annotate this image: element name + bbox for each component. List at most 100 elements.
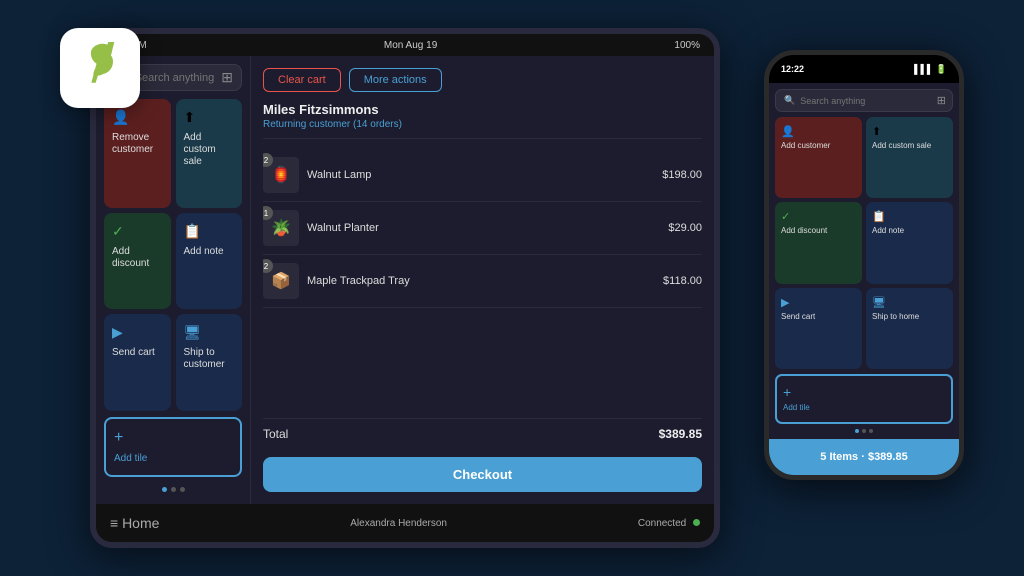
item-thumb-1: 1 🪴: [263, 210, 299, 246]
cart-total: Total $389.85: [263, 418, 702, 449]
phone-search-icon: 🔍: [784, 95, 795, 106]
dot-3[interactable]: [180, 487, 185, 492]
cart-items-list: 2 🏮 Walnut Lamp $198.00 1 🪴 Walnut Plant…: [263, 149, 702, 414]
item-name-1: Walnut Planter: [307, 222, 660, 234]
phone-tile-grid: 👤 Add customer ⬆ Add custom sale ✓ Add d…: [775, 117, 953, 369]
item-price-2: $118.00: [663, 275, 702, 287]
phone-ship-icon: 🖥: [872, 296, 947, 309]
scan-icon[interactable]: ⊞: [221, 69, 233, 86]
send-cart-label: Send cart: [112, 347, 163, 359]
item-price-0: $198.00: [662, 169, 702, 181]
cart-actions: Clear cart More actions: [263, 68, 702, 92]
add-custom-sale-icon: ⬆: [184, 109, 235, 126]
phone-send-cart-tile[interactable]: ▶ Send cart: [775, 288, 862, 369]
shopify-logo: [60, 28, 140, 108]
total-price: $389.85: [659, 427, 702, 441]
phone-add-custom-sale-icon: ⬆: [872, 125, 947, 138]
tablet-home-label: Home: [122, 515, 159, 531]
ship-to-customer-label: Ship to customer: [184, 347, 235, 371]
phone-send-cart-label: Send cart: [781, 312, 856, 322]
phone-status-bar: 12:22 ▌▌▌ 🔋: [769, 55, 959, 83]
tablet-user-label: Alexandra Henderson: [350, 518, 447, 529]
send-cart-tile[interactable]: ▶ Send cart: [104, 314, 171, 411]
add-discount-icon: ✓: [112, 223, 163, 240]
phone-add-custom-sale-label: Add custom sale: [872, 141, 947, 151]
phone-add-tile[interactable]: + Add tile: [775, 374, 953, 424]
ship-to-customer-tile[interactable]: 🖥 Ship to customer: [176, 314, 243, 411]
phone-dot-1[interactable]: [855, 429, 859, 433]
phone-ship-to-home-label: Ship to home: [872, 312, 947, 322]
add-discount-label: Add discount: [112, 246, 163, 270]
tablet-battery: 100%: [674, 40, 700, 51]
pagination-dots: [104, 483, 242, 496]
tablet-bottom-bar: ≡ Home Alexandra Henderson Connected: [96, 504, 714, 542]
more-actions-button[interactable]: More actions: [349, 68, 442, 92]
cart-item-2: 2 📦 Maple Trackpad Tray $118.00: [263, 255, 702, 308]
phone-add-customer-label: Add customer: [781, 141, 856, 151]
remove-customer-tile[interactable]: 👤 Remove customer: [104, 99, 171, 208]
phone-checkout-bar[interactable]: 5 Items · $389.85: [769, 439, 959, 475]
item-name-0: Walnut Lamp: [307, 169, 654, 181]
phone-add-customer-icon: 👤: [781, 125, 856, 138]
tablet-search-input[interactable]: [135, 72, 231, 84]
item-thumb-2: 2 📦: [263, 263, 299, 299]
phone-checkout-label: 5 Items · $389.85: [820, 451, 907, 463]
total-label: Total: [263, 427, 288, 441]
connected-dot: [693, 519, 700, 526]
item-name-2: Maple Trackpad Tray: [307, 275, 655, 287]
add-tile-icon: +: [114, 429, 232, 447]
dot-1[interactable]: [162, 487, 167, 492]
phone-pagination-dots: [775, 429, 953, 433]
phone-dot-2[interactable]: [862, 429, 866, 433]
add-note-tile[interactable]: 📋 Add note: [176, 213, 243, 310]
dot-2[interactable]: [171, 487, 176, 492]
phone-dot-3[interactable]: [869, 429, 873, 433]
phone-add-note-label: Add note: [872, 226, 947, 236]
connected-status: Connected: [638, 518, 700, 529]
send-cart-icon: ▶: [112, 324, 163, 341]
phone-add-discount-label: Add discount: [781, 226, 856, 236]
phone-scan-icon[interactable]: ⊞: [937, 94, 946, 107]
ship-to-customer-icon: 🖥: [184, 324, 235, 341]
phone-search-input[interactable]: [800, 96, 944, 106]
phone-add-note-icon: 📋: [872, 210, 947, 223]
clear-cart-button[interactable]: Clear cart: [263, 68, 341, 92]
phone-add-tile-label: Add tile: [783, 403, 945, 413]
phone-add-custom-sale-tile[interactable]: ⬆ Add custom sale: [866, 117, 953, 198]
item-price-1: $29.00: [668, 222, 702, 234]
item-thumb-0: 2 🏮: [263, 157, 299, 193]
remove-customer-icon: 👤: [112, 109, 163, 126]
customer-status: Returning customer (14 orders): [263, 119, 702, 130]
phone-device: 12:22 ▌▌▌ 🔋 🔍 ⊞ 👤 Add customer ⬆ Add cus…: [764, 50, 964, 480]
add-tile-tablet[interactable]: + Add tile: [104, 417, 242, 477]
tablet-device: 9:48 AM Mon Aug 19 100% 🔍 ⊞ 👤 Remove cus…: [90, 28, 720, 548]
add-custom-sale-tile[interactable]: ⬆ Add custom sale: [176, 99, 243, 208]
phone-add-tile-icon: +: [783, 384, 945, 400]
phone-search-bar[interactable]: 🔍 ⊞: [775, 89, 953, 112]
tablet-menu-icon[interactable]: ≡ Home: [110, 515, 159, 531]
tablet-left-panel: 🔍 ⊞ 👤 Remove customer ⬆ Add custom sale …: [96, 56, 251, 504]
customer-name: Miles Fitzsimmons: [263, 102, 702, 117]
add-custom-sale-label: Add custom sale: [184, 132, 235, 168]
phone-ship-to-home-tile[interactable]: 🖥 Ship to home: [866, 288, 953, 369]
tablet-date: Mon Aug 19: [384, 40, 437, 51]
cart-item-0: 2 🏮 Walnut Lamp $198.00: [263, 149, 702, 202]
add-note-icon: 📋: [184, 223, 235, 240]
customer-info: Miles Fitzsimmons Returning customer (14…: [263, 102, 702, 139]
tablet-status-bar: 9:48 AM Mon Aug 19 100%: [96, 34, 714, 56]
phone-add-discount-icon: ✓: [781, 210, 856, 223]
phone-add-discount-tile[interactable]: ✓ Add discount: [775, 202, 862, 283]
phone-add-note-tile[interactable]: 📋 Add note: [866, 202, 953, 283]
tablet-tile-grid: 👤 Remove customer ⬆ Add custom sale ✓ Ad…: [104, 99, 242, 411]
phone-time: 12:22: [781, 64, 804, 74]
add-note-label: Add note: [184, 246, 235, 258]
phone-send-cart-icon: ▶: [781, 296, 856, 309]
tablet-cart-panel: Clear cart More actions Miles Fitzsimmon…: [251, 56, 714, 504]
add-tile-label: Add tile: [114, 453, 232, 465]
checkout-button[interactable]: Checkout: [263, 457, 702, 492]
remove-customer-label: Remove customer: [112, 132, 163, 156]
cart-item-1: 1 🪴 Walnut Planter $29.00: [263, 202, 702, 255]
phone-add-customer-tile[interactable]: 👤 Add customer: [775, 117, 862, 198]
add-discount-tile[interactable]: ✓ Add discount: [104, 213, 171, 310]
phone-content: 🔍 ⊞ 👤 Add customer ⬆ Add custom sale ✓ A…: [769, 83, 959, 439]
